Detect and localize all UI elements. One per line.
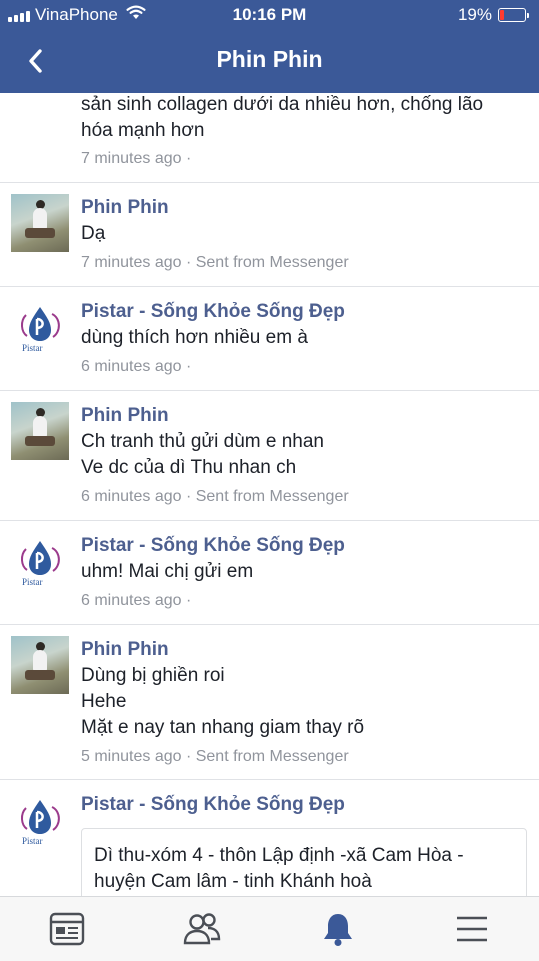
comment-author[interactable]: Phin Phin: [81, 405, 169, 427]
news-feed-icon: [49, 912, 85, 946]
pistar-logo-icon: Pistar: [21, 541, 60, 587]
quoted-text: Dì thu-xóm 4 - thôn Lập định -xã Cam Hòa…: [94, 845, 464, 866]
comment-text: Mặt e nay tan nhang giam thay rõ: [81, 717, 365, 738]
friends-icon: [183, 913, 221, 945]
comment-author[interactable]: Phin Phin: [81, 197, 169, 219]
avatar[interactable]: Pistar: [11, 533, 69, 591]
avatar[interactable]: [11, 194, 69, 252]
battery-icon: [498, 8, 526, 22]
comment-author[interactable]: Pistar - Sống Khỏe Sống Đẹp: [81, 794, 345, 816]
comment-meta: 6 minutes ago · Sent from Messenger: [81, 488, 349, 505]
comment-text: uhm! Mai chị gửi em: [81, 561, 254, 582]
comment-author[interactable]: Pistar - Sống Khỏe Sống Đẹp: [81, 301, 345, 323]
notifications-bell-icon: [324, 914, 352, 946]
comment-text: Ve dc của dì Thu nhan ch: [81, 457, 297, 478]
comment-meta: 7 minutes ago ·: [81, 150, 192, 167]
comment-meta: 6 minutes ago ·: [81, 358, 192, 375]
comment-text: Dạ: [81, 223, 106, 244]
comment-thread[interactable]: sản sinh collagen dưới da nhiều hơn, chố…: [0, 93, 539, 896]
comment-item: Pistar Pistar - Sống Khỏe Sống Đẹp uhm! …: [0, 521, 539, 625]
tab-news-feed[interactable]: [47, 909, 87, 949]
comment-text: Hehe: [81, 691, 127, 712]
comment-text: dùng thích hơn nhiều em à: [81, 327, 308, 348]
avatar[interactable]: Pistar: [11, 792, 69, 850]
navigation-header: VinaPhone 10:16 PM 19% Phin Phin: [0, 0, 539, 93]
svg-text:Pistar: Pistar: [22, 836, 43, 846]
bottom-tab-bar: [0, 896, 539, 961]
status-bar: VinaPhone 10:16 PM 19%: [0, 0, 539, 30]
comment-meta: 7 minutes ago · Sent from Messenger: [81, 254, 349, 271]
menu-icon: [457, 916, 487, 942]
comment-item: Pistar Pistar - Sống Khỏe Sống Đẹp dùng …: [0, 287, 539, 391]
comment-item: Phin Phin Ch tranh thủ gửi dùm e nhan Ve…: [0, 391, 539, 521]
comment-text: hóa mạnh hơn: [81, 120, 205, 141]
comment-author[interactable]: Phin Phin: [81, 639, 169, 661]
pistar-logo-icon: Pistar: [21, 800, 60, 846]
avatar[interactable]: [11, 402, 69, 460]
comment-item: Phin Phin Dùng bị ghiền roi Hehe Mặt e n…: [0, 625, 539, 780]
tab-menu[interactable]: [452, 909, 492, 949]
avatar[interactable]: Pistar: [11, 299, 69, 357]
comment-item: Phin Phin Dạ 7 minutes ago · Sent from M…: [0, 183, 539, 287]
comment-text: sản sinh collagen dưới da nhiều hơn, chố…: [81, 94, 484, 115]
battery-percent: 19%: [457, 5, 492, 24]
battery-level: [500, 10, 504, 20]
comment-meta: 5 minutes ago · Sent from Messenger: [81, 748, 349, 765]
tab-notifications[interactable]: [318, 909, 358, 949]
avatar[interactable]: [11, 636, 69, 694]
pistar-logo-icon: Pistar: [21, 307, 60, 353]
tab-friends[interactable]: [182, 909, 222, 949]
status-right: 19%: [458, 5, 529, 25]
comment-item: sản sinh collagen dưới da nhiều hơn, chố…: [0, 93, 539, 183]
svg-text:Pistar: Pistar: [22, 343, 43, 353]
page-title: Phin Phin: [216, 46, 323, 72]
comment-meta: 6 minutes ago ·: [81, 592, 192, 609]
battery-tip: [527, 12, 529, 18]
comment-text: Ch tranh thủ gửi dùm e nhan: [81, 431, 324, 452]
quoted-text: huyện Cam lâm - tinh Khánh hoà: [94, 871, 372, 892]
comment-author[interactable]: Pistar - Sống Khỏe Sống Đẹp: [81, 535, 345, 557]
svg-text:Pistar: Pistar: [22, 577, 43, 587]
comment-text: Dùng bị ghiền roi: [81, 665, 225, 686]
quoted-message-box: Dì thu-xóm 4 - thôn Lập định -xã Cam Hòa…: [81, 828, 527, 896]
